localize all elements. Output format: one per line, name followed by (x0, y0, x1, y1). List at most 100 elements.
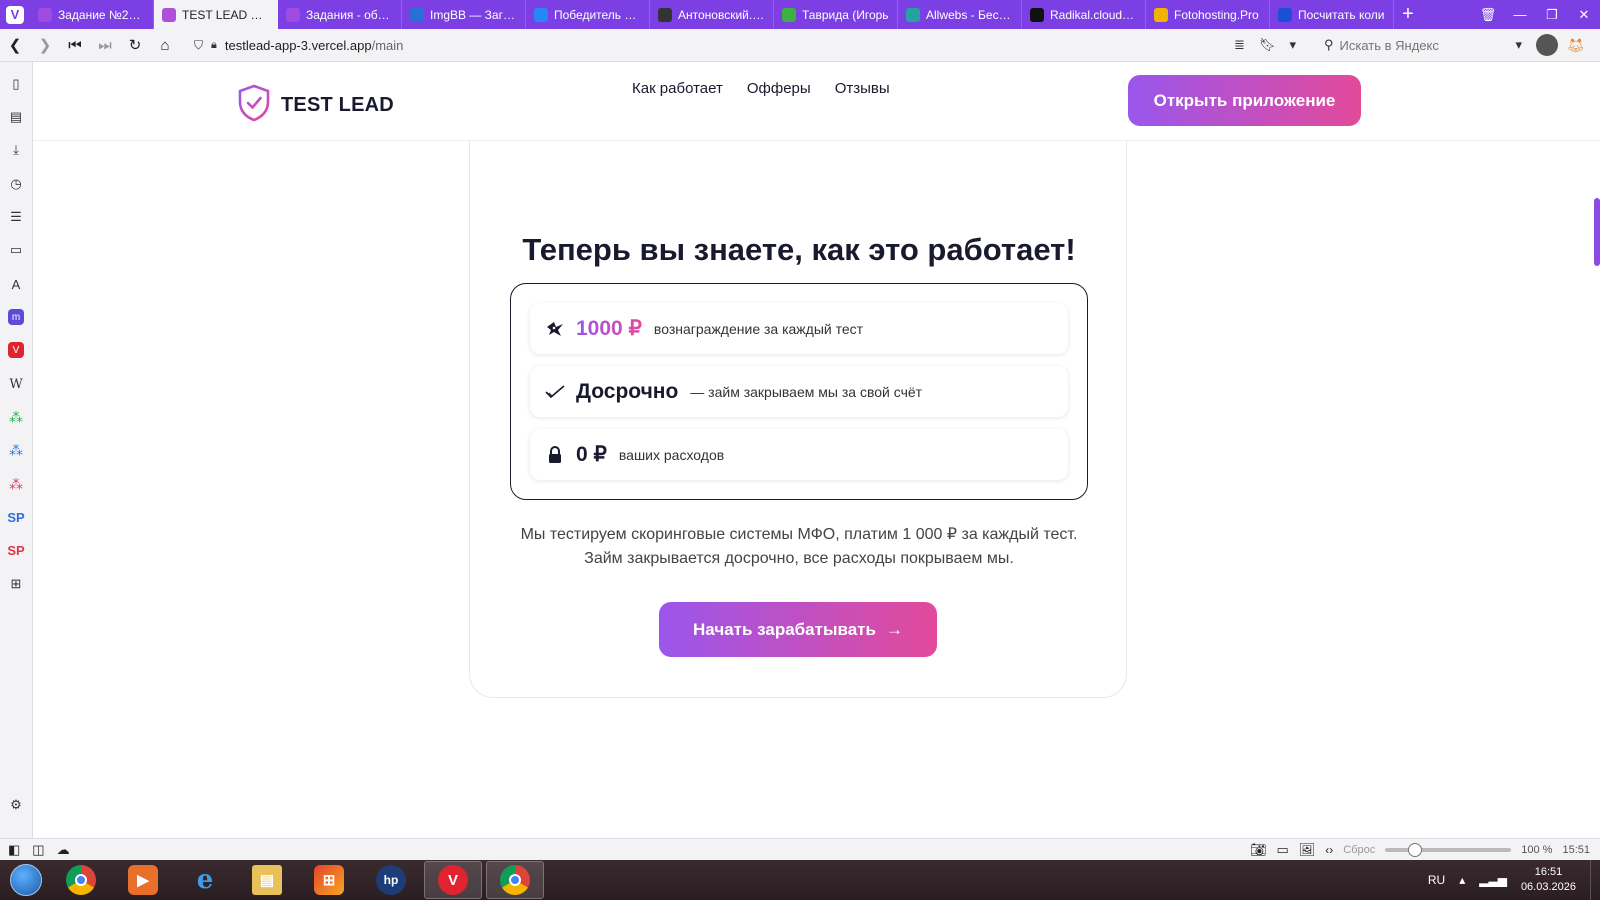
status-clock: 15:51 (1562, 843, 1590, 856)
bird-icon (544, 319, 566, 339)
minimize-button[interactable]: — (1504, 0, 1536, 29)
url-field[interactable]: ⛉ 🔒︎ testlead-app-3.vercel.app/main ≣ 🔖︎… (188, 33, 1318, 57)
address-bar: ❮ ❯ ⏮ ⏭ ↻ ⌂ ⛉ 🔒︎ testlead-app-3.vercel.a… (0, 29, 1600, 62)
sp-icon (38, 7, 52, 22)
fast-forward-button[interactable]: ⏭ (90, 29, 120, 62)
reward-description: вознаграждение за каждый тест (653, 320, 864, 337)
home-button[interactable]: ⌂ (150, 29, 180, 62)
window-panel-icon[interactable]: ▭ (6, 240, 26, 260)
search-engine-dropdown-icon[interactable]: ▾ (1516, 37, 1523, 53)
show-desktop-button[interactable] (1590, 860, 1600, 900)
forward-button[interactable]: ❯ (30, 29, 60, 62)
network-signal-icon[interactable]: ▂▃▅ (1479, 873, 1507, 887)
extension-icon[interactable]: 🦊︎ (1566, 35, 1586, 55)
main-nav: Как работает Офферы Отзывы (632, 80, 890, 97)
nav-link-reviews[interactable]: Отзывы (835, 80, 890, 97)
taskbar-vivaldi[interactable]: V (424, 861, 482, 899)
dropdown-icon[interactable]: ▾ (1289, 37, 1296, 53)
taskbar-media-player[interactable]: ▶ (114, 861, 172, 899)
imgbb-icon (410, 7, 424, 22)
new-tab-button[interactable]: + (1394, 0, 1422, 29)
browser-tab[interactable]: ImgBB — Загруз (402, 0, 526, 29)
bookmarks-icon[interactable]: ▯ (6, 74, 26, 94)
zoom-reset[interactable]: Сброс (1343, 844, 1375, 856)
capture-icon[interactable]: 📷︎ (1250, 842, 1267, 858)
page-scrollbar[interactable] (1593, 62, 1600, 838)
add-panel-icon[interactable]: ⊞ (6, 574, 26, 594)
search-input[interactable] (1339, 37, 1510, 53)
shield-icon[interactable]: ⛉ (194, 38, 203, 53)
close-window-button[interactable]: ✕ (1568, 0, 1600, 29)
scrollbar-thumb[interactable] (1594, 198, 1600, 266)
browser-tab[interactable]: Посчитать коли (1270, 0, 1394, 29)
language-indicator[interactable]: RU (1428, 873, 1445, 887)
wikipedia-icon[interactable]: W (6, 374, 26, 394)
code-icon[interactable]: ‹› (1325, 843, 1333, 857)
downloads-icon[interactable]: ⤓ (6, 140, 26, 160)
open-app-button[interactable]: Открыть приложение (1128, 75, 1361, 126)
check-icon (544, 384, 566, 400)
tab-title: ImgBB — Загруз (430, 7, 517, 22)
reload-button[interactable]: ↻ (120, 29, 150, 62)
qr-icon (658, 7, 672, 22)
taskbar-explorer[interactable]: ▤ (238, 861, 296, 899)
settings-gear-icon[interactable]: ⚙ (6, 795, 26, 815)
taskbar-chrome-profile[interactable] (486, 861, 544, 899)
web-panel-dots-icon[interactable]: ⁂ (6, 440, 26, 460)
rewind-button[interactable]: ⏮ (60, 29, 90, 62)
browser-tab[interactable]: Задания - общи (278, 0, 402, 29)
web-panel-dots-icon[interactable]: ⁂ (6, 474, 26, 494)
start-earning-button[interactable]: Начать зарабатывать → (659, 602, 937, 657)
notes-icon[interactable]: ☰ (6, 207, 26, 227)
nav-link-offers[interactable]: Офферы (747, 80, 811, 97)
tab-title: Radikal.cloud - Б (1050, 7, 1137, 22)
profile-avatar[interactable] (1536, 34, 1558, 56)
taskbar-internet-explorer[interactable]: e (176, 861, 234, 899)
zoom-slider[interactable] (1385, 842, 1512, 857)
back-button[interactable]: ❮ (0, 29, 30, 62)
panel-toggle-icon[interactable]: ◧ (8, 842, 20, 858)
taskbar-office[interactable]: ⊞ (300, 861, 358, 899)
lock-icon (544, 445, 566, 464)
tray-expand-icon[interactable]: ▴ (1459, 873, 1465, 887)
web-panel-dots-icon[interactable]: ⁂ (6, 407, 26, 427)
browser-tab[interactable]: Таврида (Игорь (774, 0, 898, 29)
image-icon[interactable]: 🖼︎ (1299, 842, 1316, 858)
browser-tab[interactable]: Победитель Бит (526, 0, 650, 29)
taskbar-chrome[interactable] (52, 861, 110, 899)
taskbar-hp[interactable]: hp (362, 861, 420, 899)
reader-view-icon[interactable]: ≣ (1234, 37, 1245, 53)
search-field[interactable]: ⚲ ▾ (1318, 33, 1526, 57)
browser-tab[interactable]: Radikal.cloud - Б (1022, 0, 1146, 29)
tab-title: Allwebs - Беспла (926, 7, 1013, 22)
tile-tabs-icon[interactable]: ◫ (32, 842, 44, 858)
nav-link-how-it-works[interactable]: Как работает (632, 80, 723, 97)
window-icon[interactable]: ▭ (1276, 842, 1288, 858)
vivaldi-menu-button[interactable]: V (0, 0, 30, 29)
trash-icon[interactable]: 🗑 (1472, 0, 1504, 29)
bookmark-icon[interactable]: 🔖︎ (1259, 37, 1276, 53)
lock-icon[interactable]: 🔒︎ (211, 39, 217, 52)
blue-dot-icon (1278, 7, 1292, 22)
restore-button[interactable]: ❐ (1536, 0, 1568, 29)
tab-title: Посчитать коли (1298, 7, 1385, 22)
zoom-slider-knob[interactable] (1407, 842, 1422, 857)
system-clock[interactable]: 16:51 06.03.2026 (1521, 865, 1576, 895)
vivaldi-panel-icon[interactable]: V (6, 340, 26, 360)
sp-panel-icon[interactable]: SP (6, 540, 26, 560)
sp-panel-icon[interactable]: SP (6, 507, 26, 527)
translate-icon[interactable]: A (6, 274, 26, 294)
shield-favicon (162, 7, 176, 22)
mastodon-icon[interactable]: m (6, 307, 26, 327)
reading-list-icon[interactable]: ▤ (6, 107, 26, 127)
sp-icon (286, 7, 300, 22)
start-button[interactable] (0, 860, 52, 900)
browser-tab[interactable]: Fotohosting.Pro (1146, 0, 1270, 29)
browser-tab[interactable]: Антоновский. St (650, 0, 774, 29)
sync-cloud-icon[interactable]: ☁ (57, 842, 70, 858)
browser-tab[interactable]: TEST LEAD — Te (154, 0, 278, 29)
history-icon[interactable]: ◷ (6, 174, 26, 194)
brand-logo[interactable]: TEST LEAD (237, 84, 394, 127)
browser-tab[interactable]: Allwebs - Беспла (898, 0, 1022, 29)
browser-tab[interactable]: Задание №29127 (30, 0, 154, 29)
